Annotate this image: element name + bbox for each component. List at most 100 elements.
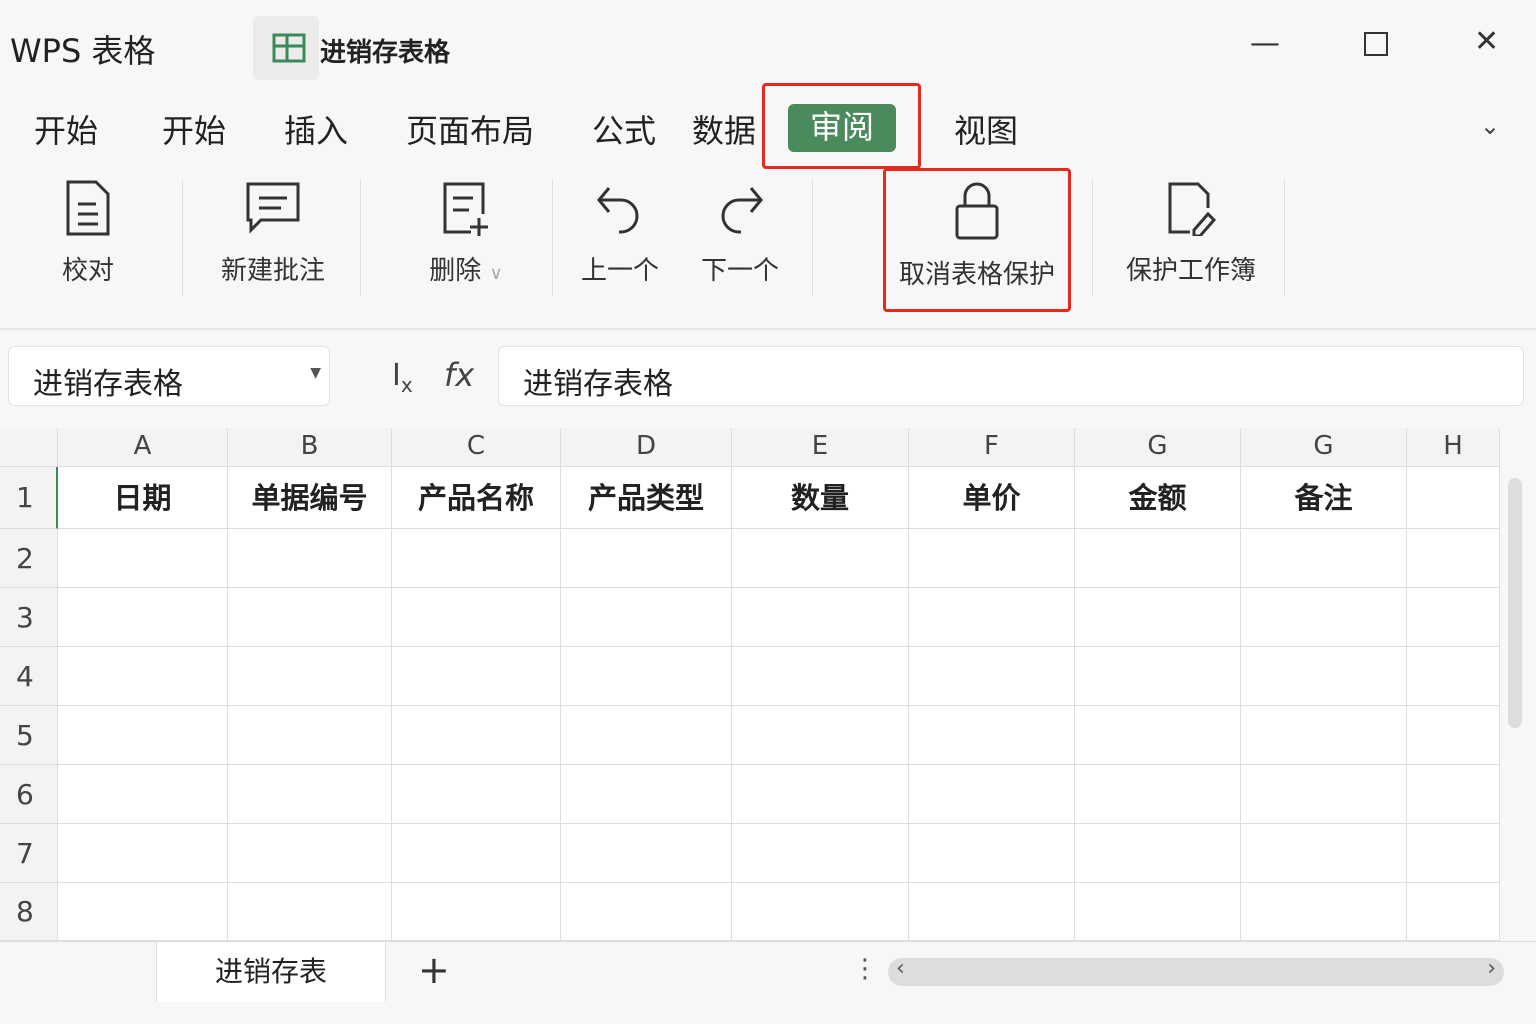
cell[interactable] bbox=[561, 647, 732, 706]
cell[interactable] bbox=[732, 824, 909, 883]
header-cell[interactable]: 数量 bbox=[732, 467, 909, 529]
cell[interactable] bbox=[58, 706, 228, 765]
column-header[interactable]: G bbox=[1241, 428, 1407, 467]
previous-button[interactable]: 上一个 bbox=[572, 180, 668, 287]
cell[interactable] bbox=[909, 824, 1075, 883]
maximize-button[interactable] bbox=[1364, 32, 1388, 56]
cell[interactable] bbox=[561, 706, 732, 765]
cell[interactable] bbox=[1241, 706, 1407, 765]
cell[interactable] bbox=[1075, 883, 1241, 941]
proof-button[interactable]: 校对 bbox=[40, 180, 136, 287]
tab-start-2[interactable]: 开始 bbox=[162, 106, 226, 152]
select-all-corner[interactable] bbox=[0, 428, 58, 467]
cell[interactable] bbox=[1241, 529, 1407, 588]
cell[interactable] bbox=[1075, 529, 1241, 588]
next-button[interactable]: 下一个 bbox=[692, 180, 788, 287]
row-header[interactable]: 5 bbox=[0, 706, 58, 765]
cell[interactable] bbox=[392, 883, 561, 941]
cell[interactable] bbox=[1241, 765, 1407, 824]
cell[interactable] bbox=[732, 883, 909, 941]
header-cell[interactable]: 日期 bbox=[58, 467, 228, 529]
header-cell[interactable]: 备注 bbox=[1241, 467, 1407, 529]
cell[interactable] bbox=[392, 529, 561, 588]
tab-view[interactable]: 视图 bbox=[954, 106, 1018, 152]
cell[interactable] bbox=[909, 588, 1075, 647]
header-cell[interactable]: 单价 bbox=[909, 467, 1075, 529]
cell[interactable] bbox=[1407, 647, 1500, 706]
delete-button[interactable]: 删除 ∨ bbox=[416, 180, 516, 287]
cell[interactable] bbox=[732, 588, 909, 647]
cell[interactable] bbox=[1241, 883, 1407, 941]
cell[interactable] bbox=[392, 706, 561, 765]
function-icon[interactable]: fx bbox=[444, 356, 474, 394]
horizontal-scrollbar[interactable]: ‹ › bbox=[888, 956, 1504, 986]
cell[interactable] bbox=[561, 824, 732, 883]
row-header[interactable]: 7 bbox=[0, 824, 58, 883]
document-tab[interactable] bbox=[253, 16, 319, 80]
row-header[interactable]: 3 bbox=[0, 588, 58, 647]
header-cell[interactable]: 产品类型 bbox=[561, 467, 732, 529]
vertical-scrollbar[interactable] bbox=[1508, 478, 1522, 728]
header-cell[interactable]: 金额 bbox=[1075, 467, 1241, 529]
cell[interactable] bbox=[909, 706, 1075, 765]
cell[interactable] bbox=[1075, 588, 1241, 647]
scroll-right-icon[interactable]: › bbox=[1487, 956, 1496, 981]
cell[interactable] bbox=[228, 765, 392, 824]
spreadsheet-grid[interactable]: A B C D E F G G H 1 日期 单据编号 产品名称 产品类型 数量 单价 金额 备注 2 3 4 5 6 7 8 bbox=[0, 428, 1500, 941]
cell[interactable] bbox=[732, 647, 909, 706]
column-header[interactable]: G bbox=[1075, 428, 1241, 467]
cell[interactable] bbox=[561, 529, 732, 588]
cell[interactable] bbox=[392, 765, 561, 824]
cell[interactable] bbox=[732, 765, 909, 824]
tab-start[interactable]: 开始 bbox=[34, 106, 98, 152]
cell[interactable] bbox=[561, 883, 732, 941]
cell[interactable] bbox=[1407, 824, 1500, 883]
cell[interactable] bbox=[1407, 588, 1500, 647]
cell[interactable] bbox=[1075, 706, 1241, 765]
row-header[interactable]: 4 bbox=[0, 647, 58, 706]
row-header[interactable]: 8 bbox=[0, 883, 58, 941]
tab-data[interactable]: 数据 bbox=[692, 106, 762, 152]
unprotect-sheet-button[interactable]: 取消表格保护 bbox=[886, 180, 1068, 291]
formula-bar-input[interactable]: 进销存表格 bbox=[498, 346, 1524, 406]
cell[interactable] bbox=[1407, 765, 1500, 824]
cell[interactable] bbox=[1241, 588, 1407, 647]
cell[interactable] bbox=[909, 883, 1075, 941]
more-options-icon[interactable]: ⋮ bbox=[852, 954, 878, 984]
header-cell[interactable]: 产品名称 bbox=[392, 467, 561, 529]
cell[interactable] bbox=[228, 647, 392, 706]
column-header[interactable]: E bbox=[732, 428, 909, 467]
tab-review[interactable]: 审阅 bbox=[788, 104, 896, 152]
column-header[interactable]: B bbox=[228, 428, 392, 467]
cell[interactable] bbox=[58, 824, 228, 883]
header-cell[interactable]: 单据编号 bbox=[228, 467, 392, 529]
column-header[interactable]: D bbox=[561, 428, 732, 467]
cell[interactable] bbox=[1407, 883, 1500, 941]
cell[interactable] bbox=[1075, 824, 1241, 883]
column-header[interactable]: A bbox=[58, 428, 228, 467]
cell[interactable] bbox=[392, 647, 561, 706]
cell[interactable] bbox=[228, 706, 392, 765]
cell[interactable] bbox=[1407, 706, 1500, 765]
cell[interactable] bbox=[228, 824, 392, 883]
cell[interactable] bbox=[732, 706, 909, 765]
cell[interactable] bbox=[1075, 647, 1241, 706]
cell[interactable] bbox=[561, 588, 732, 647]
row-header[interactable]: 1 bbox=[0, 467, 58, 529]
tab-insert[interactable]: 插入 bbox=[284, 106, 348, 152]
new-comment-button[interactable]: 新建批注 bbox=[210, 180, 336, 287]
cell[interactable] bbox=[561, 765, 732, 824]
name-box[interactable]: 进销存表格 ▼ bbox=[8, 346, 330, 406]
cell[interactable] bbox=[58, 529, 228, 588]
cell[interactable] bbox=[58, 883, 228, 941]
protect-workbook-button[interactable]: 保护工作簿 bbox=[1116, 180, 1266, 287]
cell[interactable] bbox=[1241, 824, 1407, 883]
cell[interactable] bbox=[909, 529, 1075, 588]
tab-formula[interactable]: 公式 bbox=[592, 106, 656, 152]
clear-format-icon[interactable]: Ix bbox=[392, 358, 413, 397]
cell[interactable] bbox=[1407, 529, 1500, 588]
sheet-tab[interactable]: 进销存表 bbox=[156, 942, 386, 1002]
scroll-left-icon[interactable]: ‹ bbox=[896, 956, 905, 981]
cell[interactable] bbox=[228, 883, 392, 941]
chevron-down-icon[interactable]: ⌄ bbox=[1480, 112, 1500, 140]
